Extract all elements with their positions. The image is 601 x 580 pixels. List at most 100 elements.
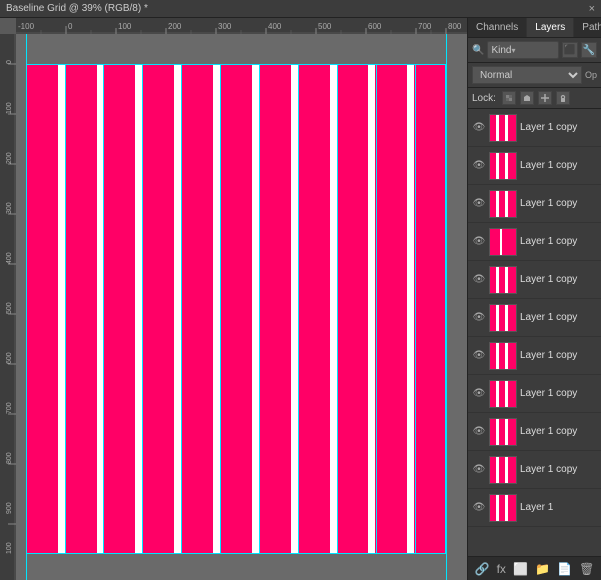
- svg-text:200: 200: [6, 152, 13, 164]
- layer-item[interactable]: 👁 Layer 1 copy: [468, 185, 601, 223]
- title-bar: Baseline Grid @ 39% (RGB/8) * ×: [0, 0, 601, 18]
- svg-text:100: 100: [6, 542, 13, 554]
- svg-text:300: 300: [6, 202, 13, 214]
- layer-item[interactable]: 👁 Layer 1 copy: [468, 451, 601, 489]
- app-body: -100 0 100 200 300 400 500 600 7: [0, 18, 601, 580]
- layer-name: Layer 1 copy: [520, 388, 597, 399]
- panels: Channels Layers Paths 🔍 Kind ▾ ⬛ 🔧 Norma…: [467, 18, 601, 580]
- layer-item[interactable]: 👁 Layer 1 copy: [468, 223, 601, 261]
- layer-thumbnail: [489, 114, 517, 142]
- layer-item-base[interactable]: 👁 Layer 1: [468, 489, 601, 527]
- svg-text:400: 400: [6, 252, 13, 264]
- svg-text:500: 500: [6, 302, 13, 314]
- tab-paths[interactable]: Paths: [574, 18, 601, 37]
- lock-position-icon[interactable]: [538, 91, 552, 105]
- layer-name: Layer 1: [520, 502, 597, 513]
- layer-visibility-toggle[interactable]: 👁: [472, 463, 486, 477]
- layer-visibility-toggle[interactable]: 👁: [472, 311, 486, 325]
- layer-name: Layer 1 copy: [520, 350, 597, 361]
- svg-text:0: 0: [6, 60, 13, 64]
- lock-row: Lock:: [468, 88, 601, 109]
- opacity-label: Op: [585, 70, 597, 80]
- layer-item[interactable]: 👁 Layer 1 copy: [468, 375, 601, 413]
- blend-mode-row: Normal Op: [468, 63, 601, 88]
- layer-list[interactable]: 👁 Layer 1 copy 👁: [468, 109, 601, 556]
- kind-label: Kind: [491, 45, 511, 56]
- filter-pixel-icon[interactable]: ⬛: [562, 42, 578, 58]
- svg-text:700: 700: [6, 402, 13, 414]
- layer-item[interactable]: 👁 Layer 1 copy: [468, 109, 601, 147]
- layer-name: Layer 1 copy: [520, 198, 597, 209]
- canvas-area: -100 0 100 200 300 400 500 600 7: [0, 18, 467, 580]
- layer-visibility-toggle[interactable]: 👁: [472, 235, 486, 249]
- layer-name: Layer 1 copy: [520, 464, 597, 475]
- kind-filter[interactable]: Kind ▾: [487, 41, 559, 59]
- new-group-icon[interactable]: 📁: [535, 562, 550, 576]
- new-layer-icon[interactable]: 📄: [557, 562, 572, 576]
- layer-thumbnail: [489, 494, 517, 522]
- lock-label: Lock:: [472, 93, 496, 104]
- svg-text:300: 300: [218, 22, 232, 31]
- search-icon: 🔍: [472, 45, 484, 56]
- svg-text:800: 800: [448, 22, 462, 31]
- layer-visibility-toggle[interactable]: 👁: [472, 197, 486, 211]
- document-canvas: [26, 64, 446, 554]
- tab-channels[interactable]: Channels: [468, 18, 527, 37]
- layer-visibility-toggle[interactable]: 👁: [472, 387, 486, 401]
- lock-all-icon[interactable]: [556, 91, 570, 105]
- layer-name: Layer 1 copy: [520, 236, 597, 247]
- svg-text:200: 200: [168, 22, 182, 31]
- layer-thumbnail: [489, 190, 517, 218]
- layer-name: Layer 1 copy: [520, 122, 597, 133]
- layer-visibility-toggle[interactable]: 👁: [472, 273, 486, 287]
- blend-mode-select[interactable]: Normal: [472, 66, 582, 84]
- layer-name: Layer 1 copy: [520, 274, 597, 285]
- link-layers-icon[interactable]: 🔗: [475, 562, 490, 576]
- canvas-content: [16, 34, 467, 580]
- tab-layers[interactable]: Layers: [527, 18, 574, 37]
- svg-text:700: 700: [418, 22, 432, 31]
- svg-text:800: 800: [6, 452, 13, 464]
- layer-thumbnail: [489, 380, 517, 408]
- svg-text:500: 500: [318, 22, 332, 31]
- svg-text:600: 600: [368, 22, 382, 31]
- layer-thumbnail: [489, 418, 517, 446]
- svg-text:100: 100: [118, 22, 132, 31]
- panel-bottom-toolbar: 🔗 fx ⬜ 📁 📄 🗑: [468, 556, 601, 580]
- svg-text:400: 400: [268, 22, 282, 31]
- kind-dropdown-arrow[interactable]: ▾: [511, 46, 515, 55]
- panel-tabs: Channels Layers Paths: [468, 18, 601, 38]
- add-effect-icon[interactable]: fx: [497, 562, 506, 576]
- layer-visibility-toggle[interactable]: 👁: [472, 121, 486, 135]
- filter-adjust-icon[interactable]: 🔧: [581, 42, 597, 58]
- layer-item[interactable]: 👁 Layer 1 copy: [468, 299, 601, 337]
- layer-thumbnail: [489, 228, 517, 256]
- svg-text:-100: -100: [18, 22, 35, 31]
- ruler-vertical: 0 100 200 300 400 500 600 700 800 900 10…: [0, 34, 16, 580]
- layer-item[interactable]: 👁 Layer 1 copy: [468, 147, 601, 185]
- layer-item[interactable]: 👁 Layer 1 copy: [468, 413, 601, 451]
- layer-thumbnail: [489, 152, 517, 180]
- layer-thumbnail: [489, 266, 517, 294]
- layer-thumbnail: [489, 456, 517, 484]
- delete-layer-icon[interactable]: 🗑: [579, 562, 594, 576]
- layer-visibility-toggle[interactable]: 👁: [472, 349, 486, 363]
- ruler-horizontal: -100 0 100 200 300 400 500 600 7: [16, 18, 467, 34]
- lock-transparent-icon[interactable]: [502, 91, 516, 105]
- layer-visibility-toggle[interactable]: 👁: [472, 425, 486, 439]
- svg-text:600: 600: [6, 352, 13, 364]
- document-title: Baseline Grid @ 39% (RGB/8) *: [6, 3, 148, 14]
- layer-item[interactable]: 👁 Layer 1 copy: [468, 261, 601, 299]
- lock-pixels-icon[interactable]: [520, 91, 534, 105]
- layer-name: Layer 1 copy: [520, 426, 597, 437]
- layer-visibility-toggle[interactable]: 👁: [472, 159, 486, 173]
- svg-text:100: 100: [6, 102, 13, 114]
- layer-visibility-toggle[interactable]: 👁: [472, 501, 486, 515]
- add-mask-icon[interactable]: ⬜: [513, 562, 528, 576]
- svg-text:900: 900: [6, 502, 13, 514]
- svg-text:0: 0: [68, 22, 73, 31]
- close-button[interactable]: ×: [589, 3, 595, 15]
- layer-item[interactable]: 👁 Layer 1 copy: [468, 337, 601, 375]
- layer-name: Layer 1 copy: [520, 160, 597, 171]
- layer-thumbnail: [489, 304, 517, 332]
